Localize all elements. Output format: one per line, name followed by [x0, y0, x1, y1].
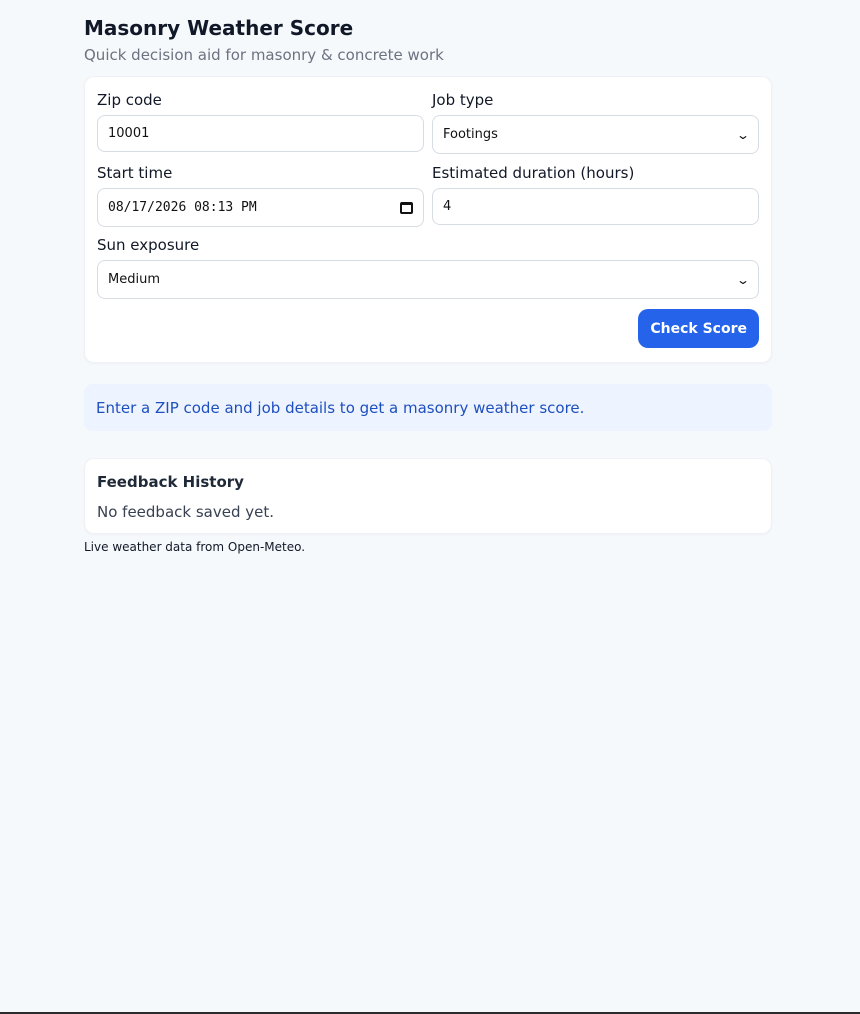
zip-input[interactable]: 10001 — [97, 115, 424, 152]
page-subtitle: Quick decision aid for masonry & concret… — [84, 46, 444, 64]
form-actions: Check Score — [97, 309, 759, 348]
start-time-input[interactable]: 08/17/2026 08:13 PM — [97, 188, 424, 227]
zip-label: Zip code — [97, 91, 162, 109]
form-row-timing: Start time 08/17/2026 08:13 PM Estimated… — [97, 162, 759, 227]
zip-value: 10001 — [108, 126, 150, 141]
job-type-label: Job type — [432, 91, 494, 109]
check-score-button[interactable]: Check Score — [638, 309, 759, 348]
form-row-location: Zip code 10001 Job type Footings ⌄ — [97, 89, 759, 154]
start-time-field-group: Start time 08/17/2026 08:13 PM — [97, 162, 424, 227]
job-type-field-group: Job type Footings ⌄ — [432, 89, 759, 154]
start-time-value: 08/17/2026 08:13 PM — [108, 200, 257, 215]
sun-exposure-field-group: Sun exposure Medium ⌄ — [97, 235, 759, 299]
feedback-history-title: Feedback History — [97, 473, 244, 491]
duration-field-group: Estimated duration (hours) 4 — [432, 162, 759, 227]
sun-exposure-value: Medium — [108, 272, 160, 287]
start-time-label: Start time — [97, 164, 173, 182]
info-notice-text: Enter a ZIP code and job details to get … — [96, 398, 585, 417]
duration-input[interactable]: 4 — [432, 188, 759, 225]
job-form-card: Zip code 10001 Job type Footings ⌄ Start… — [84, 76, 772, 363]
info-notice: Enter a ZIP code and job details to get … — [84, 384, 772, 431]
chevron-down-icon: ⌄ — [735, 272, 751, 287]
sun-exposure-select[interactable]: Medium ⌄ — [97, 260, 759, 299]
sun-exposure-label: Sun exposure — [97, 236, 200, 254]
duration-value: 4 — [443, 199, 452, 214]
feedback-history-empty: No feedback saved yet. — [97, 503, 274, 521]
app-container: Masonry Weather Score Quick decision aid… — [84, 0, 772, 555]
duration-label: Estimated duration (hours) — [432, 164, 635, 182]
feedback-history-card: Feedback History No feedback saved yet. — [84, 458, 772, 534]
job-type-value: Footings — [443, 127, 498, 142]
calendar-icon[interactable] — [400, 201, 413, 214]
data-source-note: Live weather data from Open-Meteo. — [84, 540, 306, 554]
zip-field-group: Zip code 10001 — [97, 89, 424, 154]
page-title: Masonry Weather Score — [84, 16, 354, 40]
job-type-select[interactable]: Footings ⌄ — [432, 115, 759, 154]
chevron-down-icon: ⌄ — [735, 127, 751, 142]
